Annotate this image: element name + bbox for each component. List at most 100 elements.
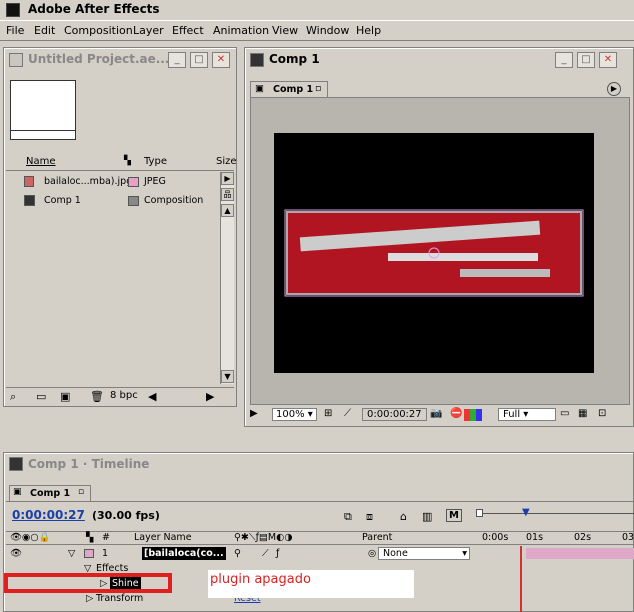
item-type: JPEG <box>144 176 166 187</box>
scroll-right-arrow-icon[interactable]: ▶ <box>206 390 214 403</box>
draft-3d-icon[interactable]: ⧈ <box>366 510 373 524</box>
comp-options-arrow-icon[interactable]: ▶ <box>607 82 621 96</box>
app-title-bar: Adobe After Effects <box>0 0 634 21</box>
comp-tab-label: Comp 1 <box>273 84 314 95</box>
minimize-button[interactable]: _ <box>555 52 573 68</box>
project-item[interactable]: Comp 1 Composition <box>22 192 222 209</box>
comp-toolbar: ▶ 100% ▾ ⊞ ⟋ 0:00:00:27 📷 ⛔ Full ▾ ▭ ▦ ⊡ <box>248 406 630 424</box>
flowchart-icon[interactable]: 品 <box>221 188 234 201</box>
minimize-button[interactable]: _ <box>168 52 186 68</box>
rgb-channels-icon[interactable] <box>464 409 482 421</box>
menu-bar: File Edit Composition Layer Effect Anima… <box>0 21 634 41</box>
scroll-left-arrow-icon[interactable]: ◀ <box>148 390 156 403</box>
menu-file[interactable]: File <box>6 24 24 37</box>
play-icon[interactable]: ▶ <box>250 408 258 419</box>
timecode-display[interactable]: 0:00:00:27 <box>362 408 427 421</box>
menu-animation[interactable]: Animation <box>213 24 269 37</box>
transform-label: Transform <box>96 593 144 604</box>
timeline-layer-row[interactable]: 👁 ▽ 1 [bailaloca(co... ⚲ ⟋ ƒ ◎ None ▾ <box>6 546 634 561</box>
region-of-interest-icon[interactable]: ▭ <box>560 408 569 419</box>
image-file-icon <box>24 176 34 187</box>
ruler-label: 03 <box>622 532 634 543</box>
motion-blur-icon[interactable]: M <box>446 509 462 522</box>
type-column-header[interactable]: Type <box>144 156 167 167</box>
timeline-tab-label: Comp 1 <box>30 488 71 499</box>
grid-icon[interactable]: ⊞ <box>324 408 332 419</box>
menu-view[interactable]: View <box>272 24 298 37</box>
comp-viewer[interactable] <box>274 133 594 373</box>
column-flowchart-icon: ▚ <box>86 532 94 543</box>
name-column-header[interactable]: Name <box>26 156 56 167</box>
bpc-button[interactable]: 8 bpc <box>110 390 138 401</box>
composition-icon <box>24 195 35 206</box>
switches-icon: ⚲✱⟍ƒ▤M◐◑ <box>234 532 293 543</box>
project-thumbnail <box>10 80 76 140</box>
close-button[interactable]: ✕ <box>599 52 617 68</box>
menu-edit[interactable]: Edit <box>34 24 55 37</box>
item-name: bailaloc...mba).jpg <box>44 176 133 187</box>
comp-tab-icon: ▣ <box>13 487 22 497</box>
mask-icon[interactable]: ⟋ <box>344 408 351 419</box>
close-button[interactable]: ✕ <box>212 52 230 68</box>
after-effects-icon <box>6 3 20 17</box>
scroll-right-arrow-icon[interactable]: ▶ <box>221 172 234 185</box>
live-update-icon[interactable]: ⌂ <box>400 510 407 523</box>
menu-effect[interactable]: Effect <box>172 24 204 37</box>
layer-name[interactable]: [bailaloca(co... <box>142 547 226 560</box>
transparency-grid-icon[interactable]: ▦ <box>578 408 587 419</box>
project-icon <box>9 53 23 67</box>
current-time-indicator-icon[interactable]: ▼ <box>522 507 530 518</box>
menu-help[interactable]: Help <box>356 24 381 37</box>
timeline-timecode[interactable]: 0:00:00:27 <box>12 508 85 522</box>
av-features-icon: 👁◉○🔒 <box>10 532 51 543</box>
layer-duration-bar[interactable] <box>526 548 634 559</box>
timeline-header: 0:00:00:27 (30.00 fps) ⧉ ⧈ ⌂ ▥ M ▼ <box>6 501 634 531</box>
current-time-indicator[interactable] <box>520 546 522 612</box>
trash-icon[interactable]: 🗑 <box>90 390 104 403</box>
quality-switch-icon[interactable]: ⚲ <box>234 546 241 561</box>
snapshot-icon[interactable]: 📷 <box>430 408 442 419</box>
comp-flowchart-icon[interactable]: ⧉ <box>344 510 352 524</box>
comp-tab[interactable]: ▣ Comp 1 ▫ <box>250 81 328 97</box>
collapse-triangle-icon[interactable]: ▽ <box>68 546 75 561</box>
parent-select[interactable]: None ▾ <box>378 547 470 560</box>
tab-menu-icon[interactable]: ▫ <box>78 487 84 497</box>
project-scrollbar[interactable]: ▶ 品 ▲ ▼ <box>220 172 234 384</box>
project-item[interactable]: bailaloc...mba).jpg JPEG <box>22 173 222 190</box>
scroll-down-arrow-icon[interactable]: ▼ <box>221 370 234 383</box>
scroll-up-arrow-icon[interactable]: ▲ <box>221 204 234 217</box>
shy-icon[interactable]: ▥ <box>422 510 432 523</box>
show-snapshot-icon[interactable]: ⛔ <box>450 408 462 419</box>
menu-layer[interactable]: Layer <box>133 24 164 37</box>
quality-slash-icon[interactable]: ⟋ <box>262 546 269 561</box>
effect-switch-icon[interactable]: ƒ <box>276 546 279 561</box>
comp-tab-icon: ▣ <box>255 83 264 94</box>
pick-whip-icon[interactable]: ◎ <box>368 546 376 561</box>
label-color-swatch <box>128 177 139 187</box>
menu-window[interactable]: Window <box>306 24 349 37</box>
size-column-header[interactable]: Size <box>216 156 237 167</box>
maximize-button[interactable]: □ <box>190 52 208 68</box>
menu-composition[interactable]: Composition <box>64 24 133 37</box>
eye-icon[interactable]: 👁 <box>10 546 22 561</box>
item-type: Composition <box>144 195 204 206</box>
annotation-note: plugin apagado <box>208 570 414 598</box>
time-navigator[interactable]: ▼ <box>476 505 634 529</box>
expand-triangle-icon[interactable]: ▷ <box>86 591 93 606</box>
3d-view-icon[interactable]: ⊡ <box>598 408 606 419</box>
layer-name-column-header[interactable]: Layer Name <box>134 532 192 543</box>
zoom-select[interactable]: 100% ▾ <box>272 408 317 421</box>
transform-bounding-box[interactable] <box>274 133 594 373</box>
number-column-header[interactable]: # <box>102 532 110 543</box>
annotation-text: plugin apagado <box>210 572 311 587</box>
resolution-select[interactable]: Full ▾ <box>498 408 556 421</box>
new-comp-icon[interactable]: ▣ <box>60 390 70 403</box>
tab-menu-icon[interactable]: ▫ <box>315 83 321 94</box>
find-icon[interactable]: ⌕ <box>10 390 16 404</box>
timeline-tab[interactable]: ▣ Comp 1 ▫ <box>9 485 91 501</box>
maximize-button[interactable]: □ <box>577 52 595 68</box>
timeline-column-header: 👁◉○🔒 ▚ # Layer Name ⚲✱⟍ƒ▤M◐◑ Parent 0:00… <box>6 531 634 545</box>
project-column-header: Name ▚ Type Size <box>6 155 237 171</box>
folder-icon[interactable]: ▭ <box>36 390 46 403</box>
parent-column-header[interactable]: Parent <box>362 532 392 543</box>
